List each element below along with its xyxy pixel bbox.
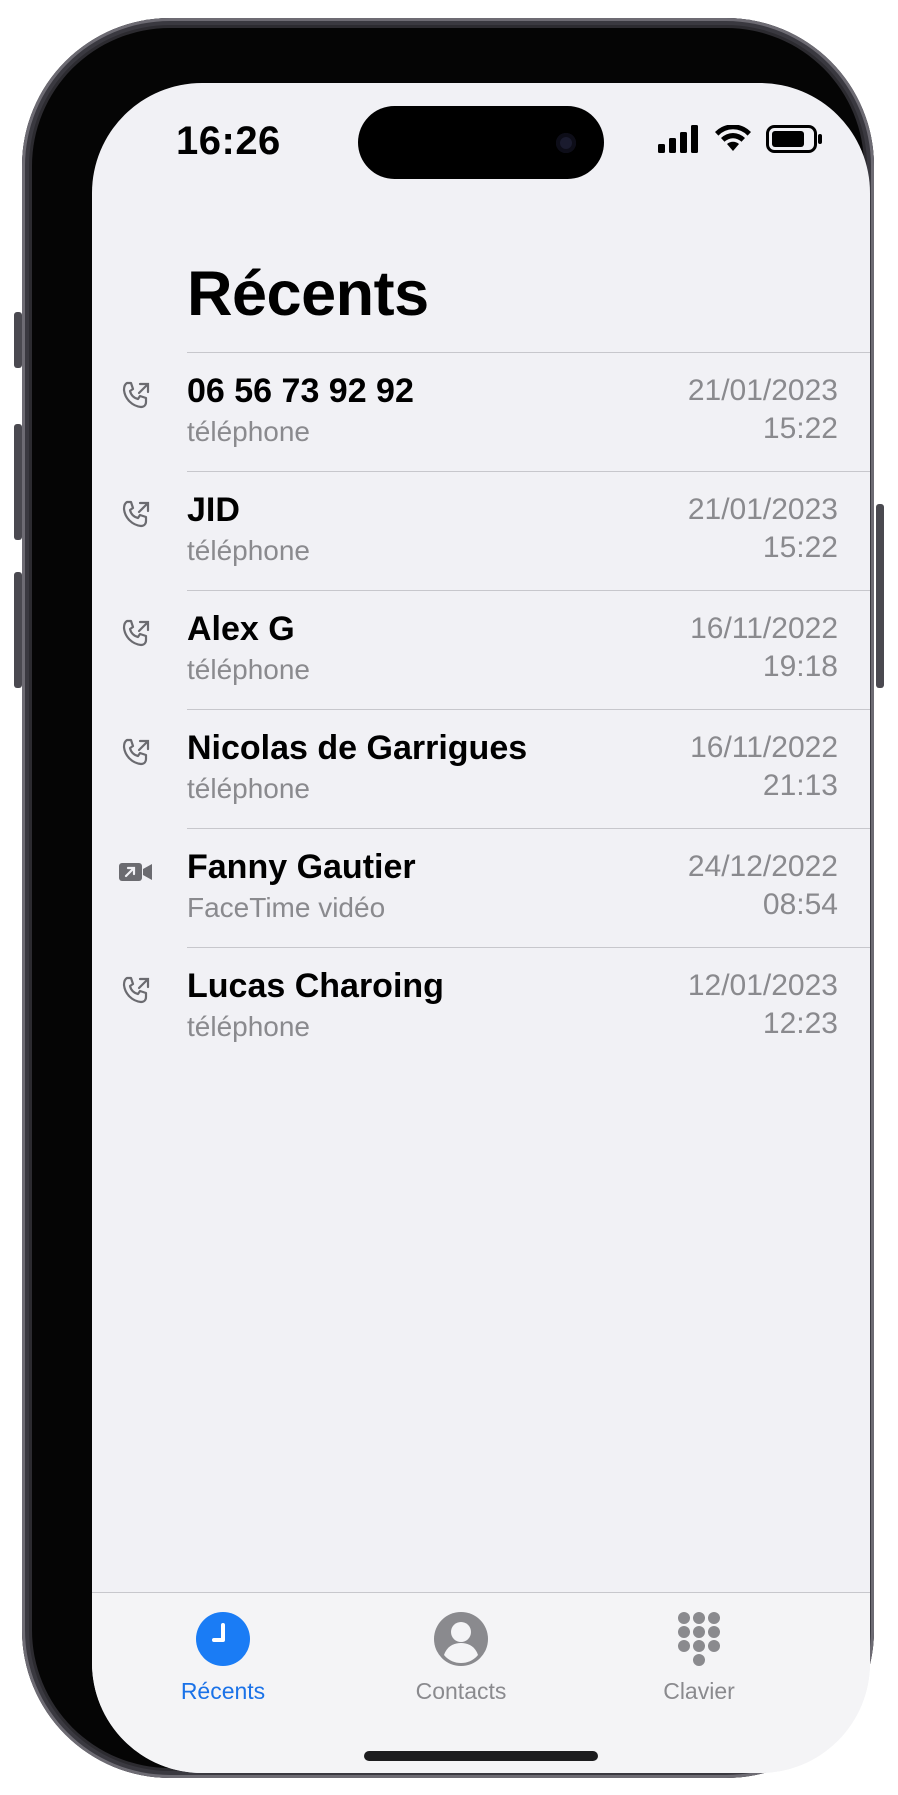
recents-list: 06 56 73 92 92 téléphone 21/01/2023 15:2… <box>92 352 870 1066</box>
tab-label: Récents <box>180 1678 266 1704</box>
contact-name: Nicolas de Garrigues <box>187 729 528 767</box>
call-type: téléphone <box>187 416 311 447</box>
page-title: Récents <box>187 259 429 329</box>
dynamic-island <box>358 106 604 179</box>
volume-down-button <box>14 572 22 688</box>
tab-bar: Récents Contacts Clavier <box>92 1592 870 1773</box>
call-type: téléphone <box>187 654 311 685</box>
phone-outgoing-icon <box>122 619 150 647</box>
phone-outgoing-icon <box>122 381 150 409</box>
call-time: 08:54 <box>762 888 838 921</box>
call-time: 12:23 <box>762 1007 838 1040</box>
phone-outgoing-icon <box>122 500 150 528</box>
call-row[interactable]: 06 56 73 92 92 téléphone 21/01/2023 15:2… <box>92 352 870 471</box>
call-time: 15:22 <box>762 412 838 445</box>
contact-name: JID <box>187 491 240 529</box>
action-button <box>14 312 22 368</box>
call-type: téléphone <box>187 535 311 566</box>
phone-bezel: 16:26 Récents 06 56 73 92 92 téléphone 2… <box>32 28 870 1773</box>
clock-icon <box>196 1612 250 1666</box>
call-date: 21/01/2023 <box>687 493 838 526</box>
call-row[interactable]: Fanny Gautier FaceTime vidéo 24/12/2022 … <box>92 828 870 947</box>
wifi-icon <box>715 125 751 151</box>
call-time: 21:13 <box>762 769 838 802</box>
call-time: 15:22 <box>762 531 838 564</box>
tab-label: Clavier <box>663 1678 735 1704</box>
call-date: 24/12/2022 <box>687 850 838 883</box>
volume-up-button <box>14 424 22 540</box>
call-date: 12/01/2023 <box>687 969 838 1002</box>
tab-keypad[interactable]: Clavier <box>619 1611 779 1705</box>
call-row[interactable]: Lucas Charoing téléphone 12/01/2023 12:2… <box>92 947 870 1066</box>
call-type: téléphone <box>187 1011 311 1042</box>
power-button <box>876 504 884 688</box>
tab-label: Contacts <box>415 1678 507 1704</box>
tab-recents[interactable]: Récents <box>143 1611 303 1705</box>
phone-outgoing-icon <box>122 738 150 766</box>
battery-icon <box>766 125 822 153</box>
call-time: 19:18 <box>762 650 838 683</box>
call-row[interactable]: JID téléphone 21/01/2023 15:22 <box>92 471 870 590</box>
call-row[interactable]: Nicolas de Garrigues téléphone 16/11/202… <box>92 709 870 828</box>
contact-name: Alex G <box>187 610 295 648</box>
call-type: téléphone <box>187 773 311 804</box>
status-icons <box>658 125 824 153</box>
screen: 16:26 Récents 06 56 73 92 92 téléphone 2… <box>92 83 870 1773</box>
phone-outgoing-icon <box>122 976 150 1004</box>
cellular-signal-icon <box>658 125 698 153</box>
contact-name: Fanny Gautier <box>187 848 416 886</box>
contact-name: Lucas Charoing <box>187 967 444 1005</box>
tab-contacts[interactable]: Contacts <box>381 1611 541 1705</box>
home-indicator[interactable] <box>364 1751 598 1761</box>
call-type: FaceTime vidéo <box>187 892 386 923</box>
status-time: 16:26 <box>176 119 281 163</box>
call-date: 16/11/2022 <box>690 731 838 764</box>
call-date: 21/01/2023 <box>687 374 838 407</box>
call-row[interactable]: Alex G téléphone 16/11/2022 19:18 <box>92 590 870 709</box>
front-camera-icon <box>556 133 576 153</box>
call-date: 16/11/2022 <box>690 612 838 645</box>
contact-name: 06 56 73 92 92 <box>187 372 414 410</box>
video-outgoing-icon <box>119 863 152 881</box>
person-circle-icon <box>434 1612 488 1666</box>
keypad-icon <box>678 1612 720 1666</box>
